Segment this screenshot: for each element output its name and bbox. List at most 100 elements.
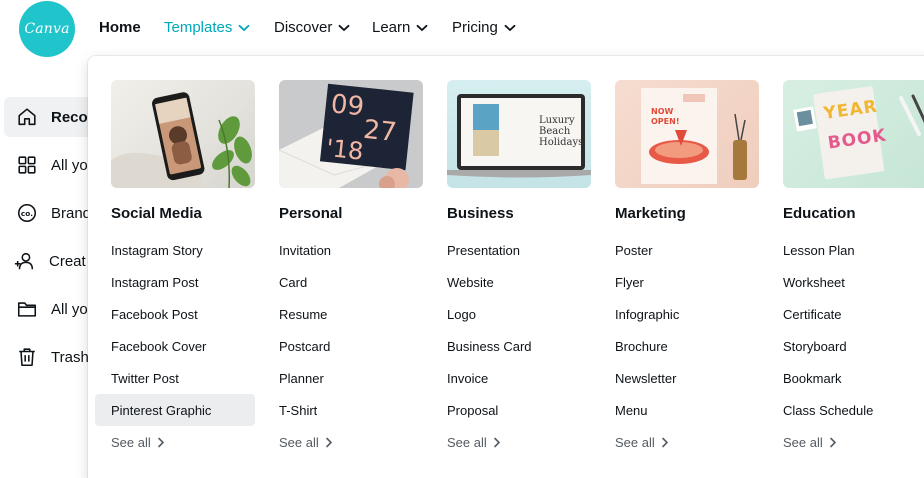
see-all-label: See all	[447, 434, 487, 450]
poster-text-line2: OPEN!	[651, 117, 679, 126]
template-link[interactable]: T-Shirt	[263, 394, 423, 426]
personal-thumbnail[interactable]: 09 27 '18	[279, 80, 423, 188]
sidebar-item-brand-kit[interactable]: co. Brand	[4, 193, 100, 233]
template-link[interactable]: Facebook Cover	[95, 330, 255, 362]
chevron-right-icon	[829, 437, 836, 447]
chevron-right-icon	[157, 437, 164, 447]
business-thumbnail[interactable]: Luxury Beach Holidays	[447, 80, 591, 188]
nav-learn[interactable]: Learn	[372, 19, 428, 36]
slide-text-line2: Beach	[539, 126, 571, 137]
canva-logo[interactable]: Canva	[19, 1, 75, 57]
template-link[interactable]: Instagram Story	[95, 234, 255, 266]
nav-home[interactable]: Home	[99, 19, 141, 36]
template-link[interactable]: Presentation	[431, 234, 591, 266]
chevron-right-icon	[493, 437, 500, 447]
template-link[interactable]: Invitation	[263, 234, 423, 266]
see-all-link[interactable]: See all	[767, 426, 924, 458]
template-link[interactable]: Lesson Plan	[767, 234, 924, 266]
category-links: Poster Flyer Infographic Brochure Newsle…	[599, 234, 759, 458]
nav-learn-label: Learn	[372, 19, 411, 36]
category-links: Instagram Story Instagram Post Facebook …	[95, 234, 255, 458]
chevron-down-icon	[238, 24, 250, 31]
template-link-hovered[interactable]: Pinterest Graphic	[95, 394, 255, 426]
category-personal: 09 27 '18 Personal Invitation Card Resum…	[279, 80, 439, 450]
social-media-thumbnail[interactable]	[111, 80, 255, 188]
category-title: Education	[783, 205, 856, 222]
template-link[interactable]: Menu	[599, 394, 759, 426]
template-link[interactable]: Flyer	[599, 266, 759, 298]
sidebar-item-recent[interactable]: Recor	[4, 97, 100, 137]
yearbook-image: YEAR BOOK	[793, 86, 924, 180]
template-link[interactable]: Bookmark	[767, 362, 924, 394]
template-link[interactable]: Infographic	[599, 298, 759, 330]
template-link[interactable]: Logo	[431, 298, 591, 330]
category-title: Marketing	[615, 205, 686, 222]
see-all-link[interactable]: See all	[431, 426, 591, 458]
see-all-label: See all	[111, 434, 151, 450]
template-link[interactable]: Planner	[263, 362, 423, 394]
home-icon	[18, 108, 36, 126]
category-links: Presentation Website Logo Business Card …	[431, 234, 591, 458]
nav-pricing-label: Pricing	[452, 19, 498, 36]
see-all-link[interactable]: See all	[263, 426, 423, 458]
nav-templates[interactable]: Templates	[164, 19, 250, 36]
sidebar-item-label: Trash	[51, 348, 89, 366]
sidebar-item-all-designs[interactable]: All yo	[4, 145, 100, 185]
template-link[interactable]: Postcard	[263, 330, 423, 362]
template-link[interactable]: Newsletter	[599, 362, 759, 394]
sidebar-item-label: Creat	[49, 252, 86, 270]
chevron-right-icon	[325, 437, 332, 447]
card-text-line3: '18	[325, 134, 365, 166]
slide-text-line3: Holidays	[539, 137, 583, 148]
nav-discover-label: Discover	[274, 19, 333, 36]
logo-text: Canva	[24, 21, 70, 37]
pizza-poster-image: NOW OPEN!	[641, 88, 747, 184]
card-text-line1: 09	[329, 89, 365, 122]
sidebar-item-folders[interactable]: All yo	[4, 289, 100, 329]
see-all-label: See all	[279, 434, 319, 450]
see-all-link[interactable]: See all	[599, 426, 759, 458]
template-link[interactable]: Storyboard	[767, 330, 924, 362]
template-link[interactable]: Proposal	[431, 394, 591, 426]
see-all-link[interactable]: See all	[95, 426, 255, 458]
template-link[interactable]: Business Card	[431, 330, 591, 362]
template-link[interactable]: Class Schedule	[767, 394, 924, 426]
nav-pricing[interactable]: Pricing	[452, 19, 516, 36]
template-link[interactable]: Website	[431, 266, 591, 298]
category-links: Invitation Card Resume Postcard Planner …	[263, 234, 423, 458]
template-link[interactable]: Certificate	[767, 298, 924, 330]
template-link[interactable]: Worksheet	[767, 266, 924, 298]
category-education: YEAR BOOK Education Lesson Plan Workshee…	[783, 80, 924, 450]
category-title: Social Media	[111, 205, 202, 222]
template-link[interactable]: Invoice	[431, 362, 591, 394]
template-link[interactable]: Card	[263, 266, 423, 298]
chevron-down-icon	[504, 24, 516, 31]
template-link[interactable]: Poster	[599, 234, 759, 266]
slide-text-line1: Luxury	[539, 115, 575, 126]
chevron-right-icon	[661, 437, 668, 447]
sidebar-item-label: All yo	[51, 300, 88, 318]
nav-home-label: Home	[99, 19, 141, 36]
trash-icon	[19, 348, 35, 367]
template-link[interactable]: Facebook Post	[95, 298, 255, 330]
template-link[interactable]: Instagram Post	[95, 266, 255, 298]
category-marketing: NOW OPEN! Marketing Poster Flyer Infogra…	[615, 80, 775, 450]
card-text-line2: 27	[362, 115, 398, 148]
category-title: Business	[447, 205, 514, 222]
template-link[interactable]: Brochure	[599, 330, 759, 362]
laptop-presentation-image: Luxury Beach Holidays	[447, 94, 591, 178]
template-link[interactable]: Twitter Post	[95, 362, 255, 394]
template-link[interactable]: Resume	[263, 298, 423, 330]
sidebar-item-create-team[interactable]: Creat	[4, 241, 100, 281]
education-thumbnail[interactable]: YEAR BOOK	[783, 80, 924, 188]
sidebar-item-trash[interactable]: Trash	[4, 337, 100, 377]
category-title: Personal	[279, 205, 343, 222]
grid-icon	[18, 156, 36, 174]
chevron-down-icon	[416, 24, 428, 31]
sidebar-item-label: All yo	[51, 156, 88, 174]
top-navigation-bar: Canva Home Templates Discover Learn Pric…	[0, 0, 924, 58]
marketing-thumbnail[interactable]: NOW OPEN!	[615, 80, 759, 188]
phone-mockup-image	[111, 92, 252, 188]
chevron-down-icon	[338, 24, 350, 31]
nav-discover[interactable]: Discover	[274, 19, 350, 36]
